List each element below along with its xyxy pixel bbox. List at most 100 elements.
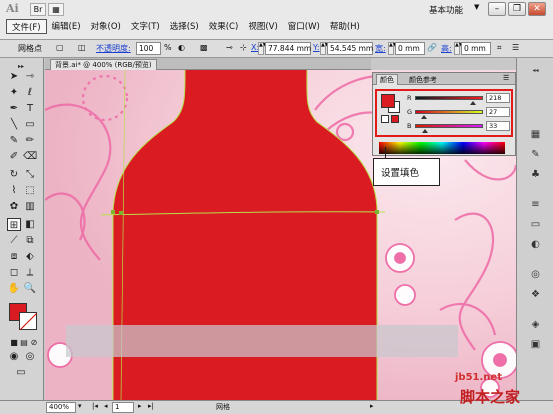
r-value-input[interactable]: 218 (486, 93, 510, 103)
scale-tool-icon[interactable]: ⤡ (23, 168, 37, 181)
graphic-styles-panel-icon[interactable]: ❖ (527, 288, 544, 302)
menu-edit[interactable]: 编辑(E) (47, 19, 86, 34)
gradient-panel-icon[interactable]: ▭ (527, 218, 544, 232)
type-tool-icon[interactable]: T (23, 102, 37, 115)
none-swatch-icon[interactable] (381, 115, 389, 123)
g-slider[interactable] (415, 110, 483, 114)
lasso-tool-icon[interactable]: ℓ (23, 86, 37, 99)
eraser-tool-icon[interactable]: ⌫ (23, 150, 37, 163)
zoom-tool-icon[interactable]: 🔍 (23, 282, 37, 295)
swatches-panel-icon[interactable]: ▦ (527, 128, 544, 142)
artboard-tool-icon[interactable]: ◻ (7, 266, 21, 279)
panel-menu-icon[interactable]: ☰ (512, 43, 519, 52)
menu-help[interactable]: 帮助(H) (325, 19, 365, 34)
zoom-select[interactable]: 400% (46, 402, 76, 413)
symbols-panel-icon[interactable]: ♣ (527, 168, 544, 182)
line-tool-icon[interactable]: ╲ (7, 118, 21, 131)
b-slider[interactable] (415, 124, 483, 128)
constrain-icon[interactable]: 🔗 (427, 43, 437, 52)
transform-icon[interactable]: ⌗ (497, 43, 502, 53)
y-stepper[interactable]: ▲▼ (320, 42, 329, 55)
mesh-tool-icon[interactable]: ⊞ (7, 218, 21, 231)
last-color-swatch[interactable] (391, 115, 399, 123)
h-stepper[interactable]: ▲▼ (454, 42, 463, 55)
magic-wand-tool-icon[interactable]: ✦ (7, 86, 21, 99)
none-mode-icon[interactable]: ⊘ (27, 336, 41, 349)
fill-mini-icon[interactable]: ▢ (56, 43, 64, 52)
brushes-panel-icon[interactable]: ✎ (527, 148, 544, 162)
zoom-chevron-icon[interactable]: ▾ (78, 402, 82, 413)
stroke-mini-icon[interactable]: ◫ (78, 43, 86, 52)
hand-tool-icon[interactable]: ✋ (7, 282, 21, 295)
selection-tool-icon[interactable]: ➤ (7, 70, 21, 83)
draw-behind-icon[interactable]: ◎ (23, 350, 37, 363)
y-label[interactable]: Y: (313, 43, 320, 52)
menu-type[interactable]: 文字(T) (126, 19, 165, 34)
document-tab[interactable]: 背景.ai* @ 400% (RGB/预览) (50, 59, 157, 70)
pen-tool-icon[interactable]: ✒ (7, 102, 21, 115)
first-page-icon[interactable]: |◂ (92, 402, 98, 413)
w-input[interactable]: 0 mm (395, 42, 425, 55)
opacity-link[interactable]: 不透明度: (96, 43, 131, 54)
blend-tool-icon[interactable]: ⧉ (23, 234, 37, 247)
menu-object[interactable]: 对象(O) (86, 19, 126, 34)
screen-mode-icon[interactable]: ▭ (14, 366, 28, 379)
blob-brush-tool-icon[interactable]: ✐ (7, 150, 21, 163)
anchor-convert-icon[interactable]: ⊸ (226, 43, 233, 52)
opacity-input[interactable]: 100 (136, 42, 161, 55)
b-slider-thumb[interactable] (422, 129, 428, 133)
chevron-down-icon[interactable]: ▼ (474, 3, 479, 11)
rectangle-tool-icon[interactable]: ▭ (23, 118, 37, 131)
next-page-icon[interactable]: ▸ (138, 402, 142, 413)
menu-effect[interactable]: 效果(C) (204, 19, 244, 34)
restore-button[interactable]: ❐ (508, 2, 526, 16)
w-label[interactable]: 宽: (375, 43, 386, 54)
last-page-icon[interactable]: ▸| (148, 402, 154, 413)
gradient-tool-icon[interactable]: ◧ (23, 218, 37, 231)
color-spectrum-bar[interactable] (379, 142, 505, 154)
menu-window[interactable]: 窗口(W) (283, 19, 325, 34)
h-input[interactable]: 0 mm (461, 42, 491, 55)
pencil-tool-icon[interactable]: ✏ (23, 134, 37, 147)
close-button[interactable]: ✕ (528, 2, 546, 16)
page-select[interactable]: 1 (112, 402, 134, 413)
menu-select[interactable]: 选择(S) (165, 19, 204, 34)
y-input[interactable]: 54.545 mm (327, 42, 373, 55)
draw-normal-icon[interactable]: ◉ (7, 350, 21, 363)
slice-tool-icon[interactable]: ⟂ (23, 266, 37, 279)
paintbrush-tool-icon[interactable]: ✎ (7, 134, 21, 147)
w-stepper[interactable]: ▲▼ (388, 42, 397, 55)
menu-file[interactable]: 文件(F) (6, 19, 47, 34)
r-slider[interactable] (415, 96, 483, 100)
x-input[interactable]: 77.844 mm (265, 42, 311, 55)
b-value-input[interactable]: 33 (486, 121, 510, 131)
handles-icon[interactable]: ⊹ (240, 43, 247, 52)
layers-panel-icon[interactable]: ◈ (527, 318, 544, 332)
appearance-panel-icon[interactable]: ◎ (527, 268, 544, 282)
g-slider-thumb[interactable] (421, 115, 427, 119)
arrange-icon[interactable]: ▦ (48, 3, 64, 16)
panel-menu-icon[interactable]: ☰ (503, 74, 509, 82)
stroke-panel-icon[interactable]: ≡ (527, 198, 544, 212)
g-value-input[interactable]: 27 (486, 107, 510, 117)
artboards-panel-icon[interactable]: ▣ (527, 338, 544, 352)
transparency-panel-icon[interactable]: ◐ (527, 238, 544, 252)
live-paint-select-icon[interactable]: ⬖ (23, 250, 37, 263)
symbol-sprayer-tool-icon[interactable]: ✿ (7, 200, 21, 213)
dock-collapse-icon[interactable]: ◂◂ (527, 64, 544, 78)
minimize-button[interactable]: – (488, 2, 506, 16)
direct-selection-tool-icon[interactable]: ⇾ (23, 70, 37, 83)
prev-page-icon[interactable]: ◂ (104, 402, 108, 413)
align-icon[interactable]: ▩ (200, 43, 208, 52)
eyedropper-tool-icon[interactable]: ⟋ (7, 234, 21, 247)
rotate-tool-icon[interactable]: ↻ (7, 168, 21, 181)
x-stepper[interactable]: ▲▼ (258, 42, 267, 55)
tab-color[interactable]: 颜色 (376, 74, 398, 85)
workspace-switcher[interactable]: 基本功能 (429, 4, 463, 16)
live-paint-tool-icon[interactable]: ⧈ (7, 250, 21, 263)
warp-tool-icon[interactable]: ⌇ (7, 184, 21, 197)
panel-fill-swatch[interactable] (381, 94, 395, 108)
h-label[interactable]: 高: (441, 43, 452, 54)
column-graph-tool-icon[interactable]: ▥ (23, 200, 37, 213)
stroke-color-swatch[interactable] (19, 312, 37, 330)
